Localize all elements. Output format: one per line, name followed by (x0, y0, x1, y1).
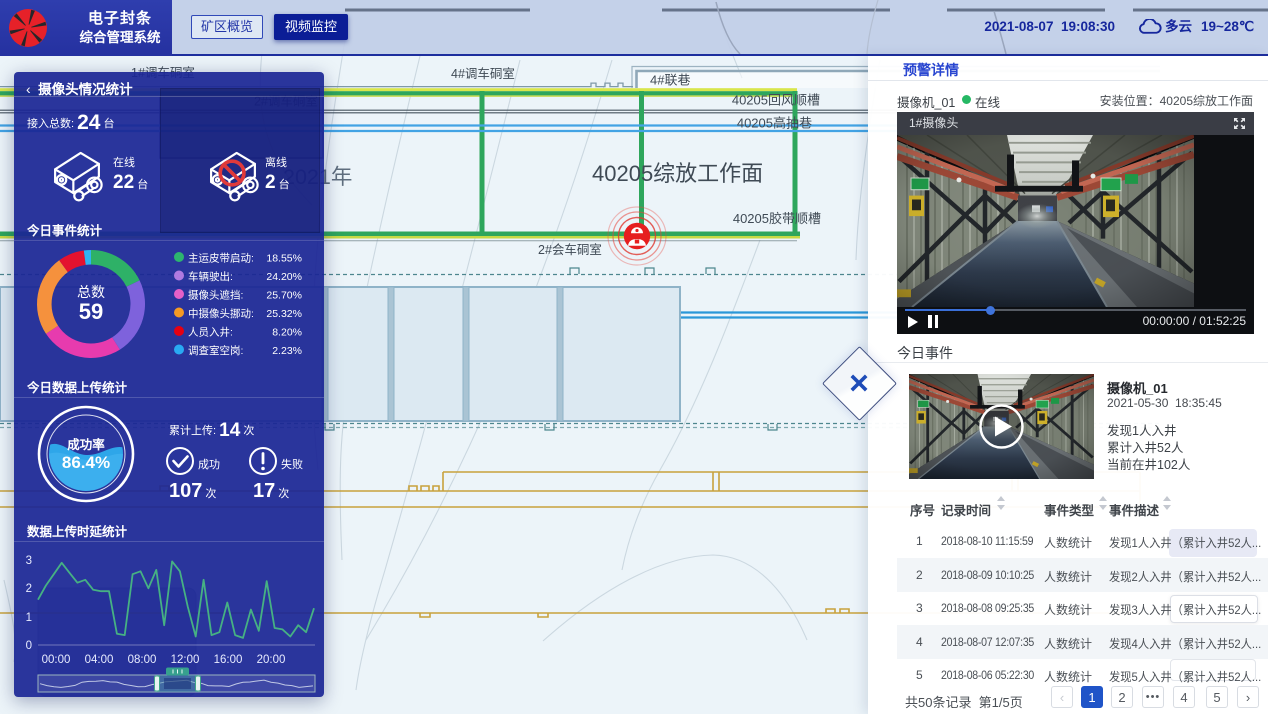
svg-text:0: 0 (26, 640, 32, 652)
svg-text:20:00: 20:00 (257, 654, 286, 666)
svg-text:2: 2 (26, 583, 32, 595)
svg-text:40205高抽巷: 40205高抽巷 (737, 116, 812, 131)
svg-text:40205胶带顺槽: 40205胶带顺槽 (733, 211, 821, 226)
svg-text:2#会车硐室: 2#会车硐室 (538, 242, 602, 257)
svg-text:4#联巷: 4#联巷 (650, 73, 690, 88)
svg-text:12:00: 12:00 (171, 654, 200, 666)
svg-text:00:00: 00:00 (42, 654, 71, 666)
svg-text:40205综放工作面: 40205综放工作面 (592, 161, 763, 186)
svg-text:40205回风顺槽: 40205回风顺槽 (732, 93, 820, 108)
svg-text:08:00: 08:00 (128, 654, 157, 666)
svg-text:4#调车硐室: 4#调车硐室 (451, 66, 515, 81)
svg-text:16:00: 16:00 (214, 654, 243, 666)
svg-text:3: 3 (26, 555, 32, 567)
svg-text:1: 1 (26, 612, 32, 624)
svg-text:04:00: 04:00 (85, 654, 114, 666)
